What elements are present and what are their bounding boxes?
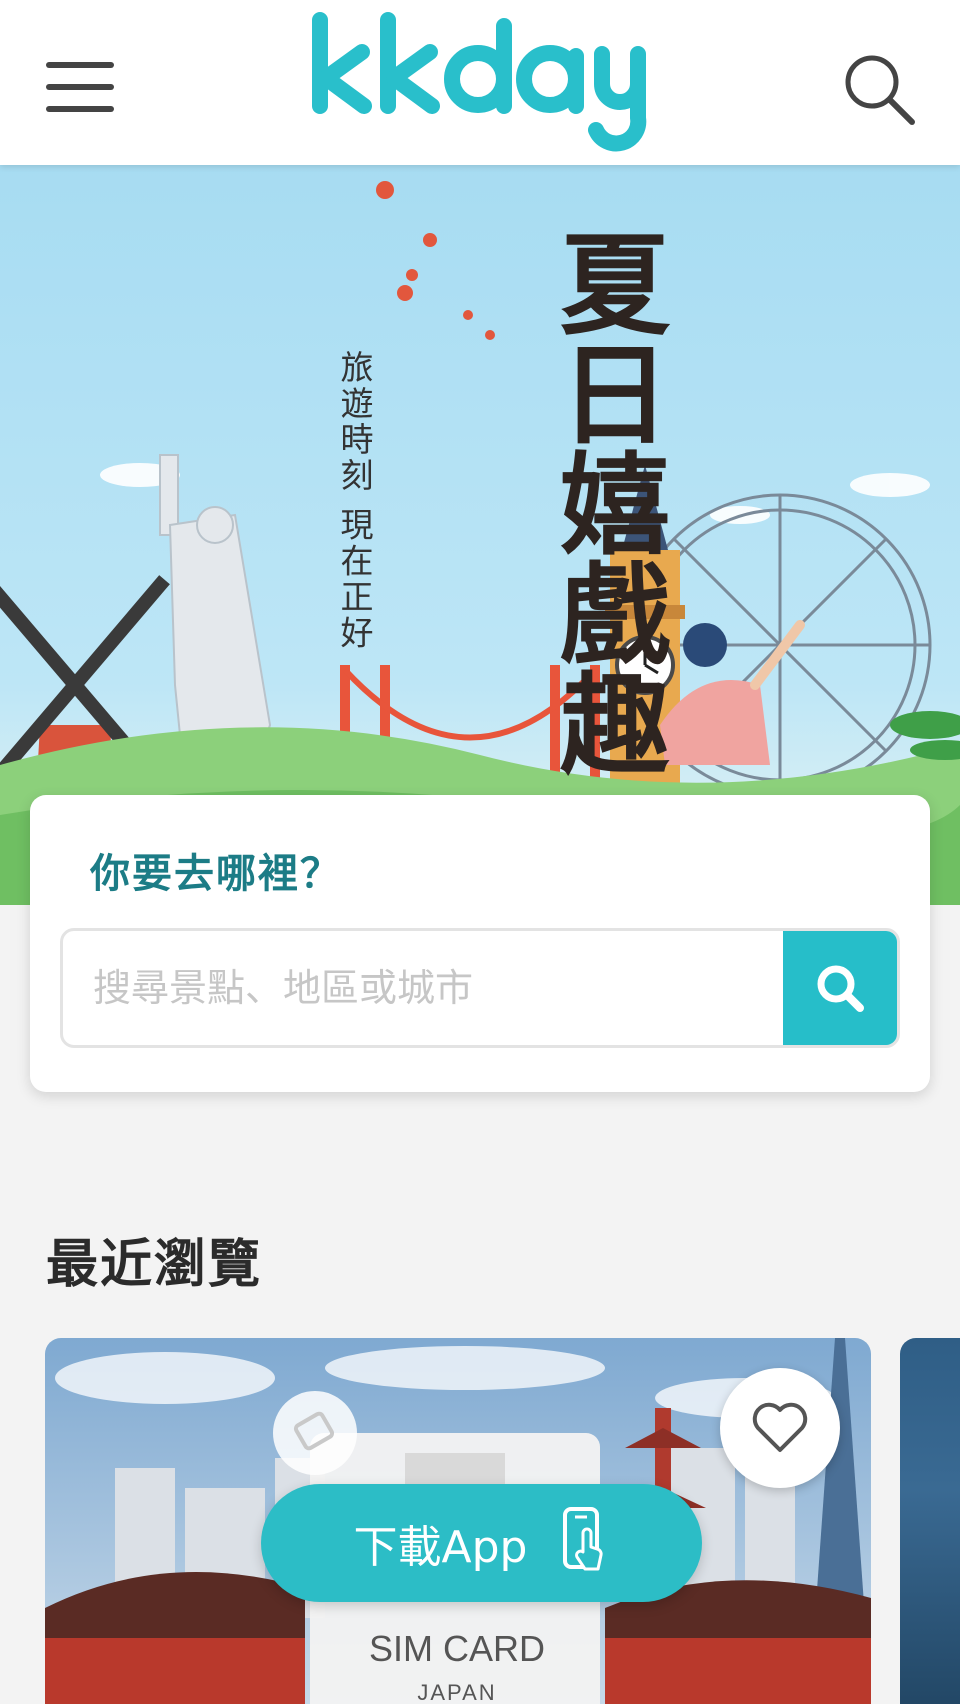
sim-card-label: SIM CARD [368,1628,545,1669]
phone-tap-icon [563,1507,604,1571]
search-heading: 你要去哪裡？ [90,851,342,897]
sim-card-sublabel: JAPAN [417,1680,497,1704]
hamburger-menu-icon[interactable] [40,52,120,122]
page: kkday [0,0,960,1704]
recently-viewed-card-next[interactable] [900,1338,960,1704]
search-input[interactable] [63,931,781,1045]
favorite-button[interactable] [720,1368,840,1488]
destination-search-card: 你要去哪裡？ [30,795,930,1092]
kkday-logo[interactable]: kkday [300,6,660,156]
search-icon[interactable] [840,50,920,130]
hero-illustration [0,165,960,905]
download-app-label: 下載App [353,1522,528,1573]
download-app-button[interactable]: 下載App [261,1484,702,1602]
hero-subtitle: 旅遊時刻 現在正好 [335,350,374,652]
top-header: kkday [0,0,960,165]
search-field [60,928,900,1048]
hero-title: 夏日嬉戲趣 [541,227,670,777]
recently-viewed-title: 最近瀏覽 [46,1235,263,1295]
heart-outline-icon [752,1402,808,1452]
search-submit-button[interactable] [783,931,897,1045]
hero-banner[interactable]: 夏日嬉戲趣 旅遊時刻 現在正好 [0,165,960,905]
search-icon [817,965,864,1012]
